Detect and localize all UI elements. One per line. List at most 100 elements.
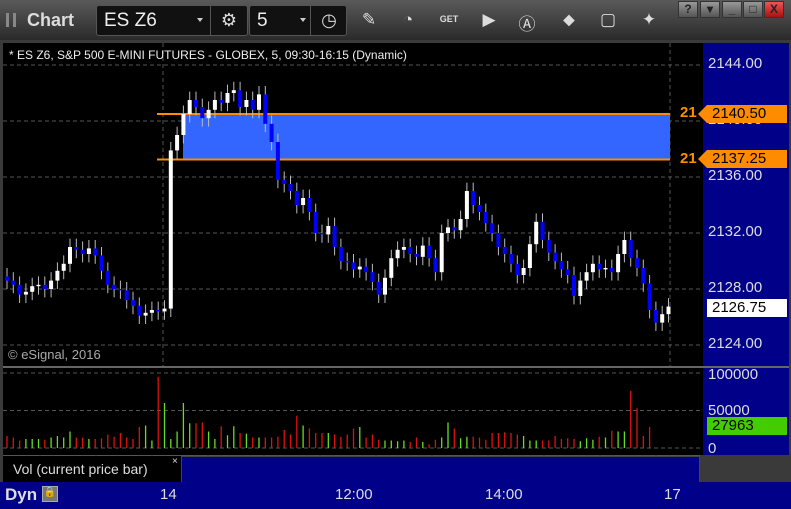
candle	[603, 259, 608, 278]
time-label: 17	[664, 486, 681, 503]
candle	[515, 255, 520, 284]
candle	[490, 214, 495, 242]
price-label: 2144.00	[708, 55, 763, 72]
pencil-icon[interactable]: ✎	[358, 10, 380, 30]
price-axis[interactable]: 2144.00 2140.00 2136.00 2132.00 2128.00 …	[698, 43, 789, 366]
clock-icon[interactable]: ◷	[310, 6, 347, 35]
candle	[433, 249, 438, 281]
copyright: © eSignal, 2016	[8, 347, 101, 362]
candle	[534, 213, 539, 253]
candle	[231, 81, 236, 102]
candle	[131, 291, 135, 315]
refresh-icon[interactable]: ◔	[397, 10, 419, 30]
candle	[112, 276, 117, 298]
maximize-button[interactable]: □	[743, 1, 763, 18]
volume-label: 0	[708, 440, 717, 454]
window-title: Chart	[27, 10, 75, 30]
candle	[628, 231, 633, 267]
candle	[351, 254, 356, 278]
candle	[11, 272, 16, 294]
get-icon[interactable]: GET	[438, 14, 460, 24]
candle	[414, 245, 419, 266]
candle	[401, 238, 406, 259]
candle	[477, 196, 482, 221]
candle	[509, 245, 513, 273]
twitter-icon[interactable]: ✦	[638, 10, 660, 30]
candle	[244, 91, 249, 116]
candle	[320, 224, 324, 243]
time-axis[interactable]: Dyn 🔒 14 12:00 14:00 17	[0, 482, 791, 509]
candle	[61, 255, 66, 280]
study-label: Vol (current price bar)	[13, 461, 148, 477]
chevron-down-icon[interactable]	[197, 18, 203, 22]
lock-icon[interactable]: 🔒	[42, 486, 58, 502]
drag-handle-icon[interactable]	[6, 13, 16, 27]
candle	[565, 261, 570, 284]
settings-icon[interactable]: ⚙	[210, 6, 247, 35]
chart-header: * ES Z6, S&P 500 E-MINI FUTURES - GLOBEX…	[9, 48, 407, 62]
play-icon[interactable]: ▶	[478, 10, 500, 30]
zone-rect[interactable]	[183, 114, 670, 160]
candle	[597, 255, 602, 278]
candle	[326, 217, 331, 243]
candle	[496, 224, 501, 256]
candle	[86, 240, 91, 263]
candle	[137, 297, 142, 324]
candle	[660, 305, 665, 331]
candle	[282, 171, 287, 193]
candle	[452, 219, 457, 239]
legend-strip	[181, 456, 700, 483]
price-label: 2132.00	[708, 223, 763, 240]
candle	[80, 241, 85, 263]
candle	[288, 175, 293, 200]
candle	[156, 301, 161, 320]
interval-combo[interactable]: 5 ◷	[249, 5, 347, 36]
comment-icon[interactable]: ▢	[597, 10, 619, 30]
candle	[395, 241, 400, 267]
candle	[584, 263, 589, 289]
candle	[307, 189, 312, 221]
symbol-input[interactable]: ES Z6	[104, 10, 157, 32]
candle	[483, 203, 488, 232]
candle	[357, 258, 362, 278]
candle	[5, 268, 9, 289]
time-mode[interactable]: Dyn	[5, 485, 37, 505]
candle	[635, 249, 639, 277]
candle	[225, 84, 230, 112]
candle	[30, 277, 35, 301]
candle	[553, 244, 558, 270]
price-label: 2128.00	[708, 279, 763, 296]
candle	[313, 203, 318, 242]
help-button[interactable]: ?	[678, 1, 698, 18]
close-button[interactable]: X	[764, 1, 784, 18]
alert-icon[interactable]: Ⓐ	[516, 10, 538, 35]
time-label: 14	[160, 486, 177, 503]
candle	[175, 126, 180, 159]
candle	[408, 238, 413, 263]
last-price-tag: 2126.75	[707, 299, 787, 317]
candle	[219, 91, 224, 112]
candle	[93, 240, 98, 264]
price-chart[interactable]: * ES Z6, S&P 500 E-MINI FUTURES - GLOBEX…	[3, 43, 703, 366]
close-study-icon[interactable]: ×	[172, 456, 178, 467]
minimize-button[interactable]: _	[722, 1, 742, 18]
candle	[572, 266, 576, 305]
candle	[420, 237, 425, 266]
symbol-combo[interactable]: ES Z6 ⚙	[96, 5, 248, 36]
candle	[502, 238, 507, 263]
candle	[609, 259, 614, 281]
link-icon[interactable]: ⬥	[558, 10, 580, 30]
chevron-down-icon[interactable]	[300, 18, 306, 22]
candle	[49, 272, 54, 298]
volume-chart[interactable]	[3, 368, 703, 455]
candle	[622, 231, 627, 263]
candle	[471, 182, 476, 214]
candle	[23, 283, 28, 303]
price-plot	[3, 43, 703, 366]
candle	[370, 263, 375, 291]
pin-button[interactable]: ▾	[700, 1, 720, 18]
candle	[99, 247, 104, 280]
interval-input[interactable]: 5	[257, 10, 268, 32]
study-legend: Vol (current price bar) ×	[3, 455, 700, 483]
candle	[68, 238, 72, 273]
